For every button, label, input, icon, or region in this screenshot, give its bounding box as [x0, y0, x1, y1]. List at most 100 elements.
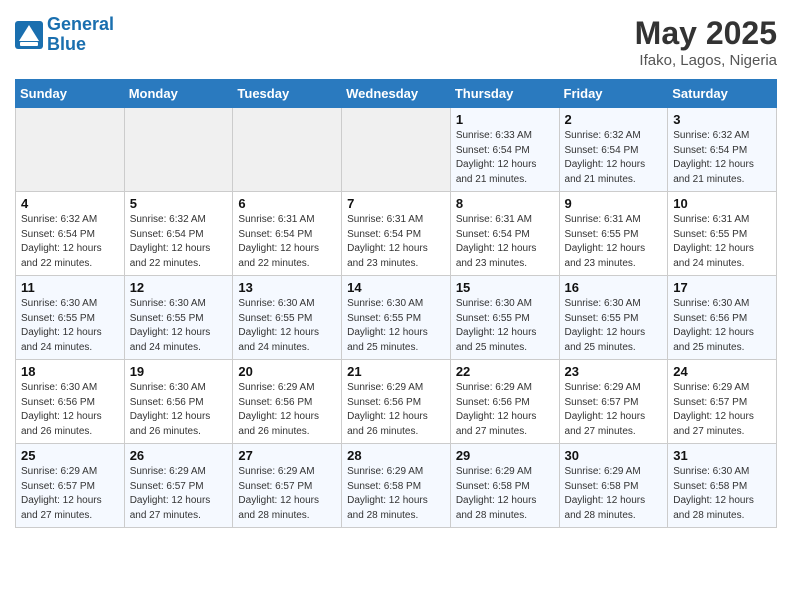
day-info: Sunrise: 6:30 AM Sunset: 6:55 PM Dayligh…	[456, 297, 554, 355]
day-number: 2	[565, 112, 663, 127]
weekday-header-saturday: Saturday	[668, 80, 777, 108]
calendar-cell: 20 Sunrise: 6:29 AM Sunset: 6:56 PM Dayli…	[233, 360, 342, 444]
location: Ifako, Lagos, Nigeria	[635, 52, 777, 69]
weekday-header-sunday: Sunday	[16, 80, 125, 108]
day-info: Sunrise: 6:31 AM Sunset: 6:55 PM Dayligh…	[565, 213, 663, 271]
day-number: 4	[21, 196, 119, 211]
day-info: Sunrise: 6:29 AM Sunset: 6:58 PM Dayligh…	[565, 465, 663, 523]
calendar-cell: 4 Sunrise: 6:32 AM Sunset: 6:54 PM Daylig…	[16, 192, 125, 276]
day-number: 21	[347, 364, 445, 379]
day-info: Sunrise: 6:29 AM Sunset: 6:58 PM Dayligh…	[347, 465, 445, 523]
weekday-header-wednesday: Wednesday	[342, 80, 451, 108]
day-number: 13	[238, 280, 336, 295]
weekday-header-thursday: Thursday	[450, 80, 559, 108]
calendar-week-4: 18 Sunrise: 6:30 AM Sunset: 6:56 PM Dayli…	[16, 360, 777, 444]
calendar-week-3: 11 Sunrise: 6:30 AM Sunset: 6:55 PM Dayli…	[16, 276, 777, 360]
calendar-cell: 5 Sunrise: 6:32 AM Sunset: 6:54 PM Daylig…	[124, 192, 233, 276]
month-year: May 2025	[635, 15, 777, 52]
calendar-cell: 14 Sunrise: 6:30 AM Sunset: 6:55 PM Dayli…	[342, 276, 451, 360]
day-info: Sunrise: 6:33 AM Sunset: 6:54 PM Dayligh…	[456, 129, 554, 187]
day-info: Sunrise: 6:30 AM Sunset: 6:55 PM Dayligh…	[238, 297, 336, 355]
calendar-cell: 15 Sunrise: 6:30 AM Sunset: 6:55 PM Dayli…	[450, 276, 559, 360]
logo-line1: General	[47, 14, 114, 34]
day-number: 11	[21, 280, 119, 295]
calendar-cell	[124, 108, 233, 192]
calendar-week-2: 4 Sunrise: 6:32 AM Sunset: 6:54 PM Daylig…	[16, 192, 777, 276]
day-info: Sunrise: 6:30 AM Sunset: 6:56 PM Dayligh…	[673, 297, 771, 355]
day-number: 17	[673, 280, 771, 295]
day-number: 28	[347, 448, 445, 463]
day-number: 24	[673, 364, 771, 379]
day-number: 15	[456, 280, 554, 295]
day-info: Sunrise: 6:30 AM Sunset: 6:56 PM Dayligh…	[21, 381, 119, 439]
day-info: Sunrise: 6:32 AM Sunset: 6:54 PM Dayligh…	[130, 213, 228, 271]
day-info: Sunrise: 6:30 AM Sunset: 6:56 PM Dayligh…	[130, 381, 228, 439]
calendar-cell: 17 Sunrise: 6:30 AM Sunset: 6:56 PM Dayli…	[668, 276, 777, 360]
day-info: Sunrise: 6:29 AM Sunset: 6:56 PM Dayligh…	[238, 381, 336, 439]
day-number: 5	[130, 196, 228, 211]
calendar-cell: 30 Sunrise: 6:29 AM Sunset: 6:58 PM Dayli…	[559, 444, 668, 528]
calendar-table: SundayMondayTuesdayWednesdayThursdayFrid…	[15, 79, 777, 528]
calendar-cell: 11 Sunrise: 6:30 AM Sunset: 6:55 PM Dayli…	[16, 276, 125, 360]
day-number: 3	[673, 112, 771, 127]
day-number: 25	[21, 448, 119, 463]
day-info: Sunrise: 6:29 AM Sunset: 6:58 PM Dayligh…	[456, 465, 554, 523]
calendar-cell: 9 Sunrise: 6:31 AM Sunset: 6:55 PM Daylig…	[559, 192, 668, 276]
day-number: 9	[565, 196, 663, 211]
page-header: General Blue May 2025 Ifako, Lagos, Nige…	[15, 15, 777, 69]
calendar-week-1: 1Sunrise: 6:33 AM Sunset: 6:54 PM Daylig…	[16, 108, 777, 192]
day-number: 16	[565, 280, 663, 295]
calendar-cell: 12 Sunrise: 6:30 AM Sunset: 6:55 PM Dayli…	[124, 276, 233, 360]
calendar-cell: 16Sunrise: 6:30 AM Sunset: 6:55 PM Dayli…	[559, 276, 668, 360]
day-info: Sunrise: 6:31 AM Sunset: 6:54 PM Dayligh…	[456, 213, 554, 271]
day-number: 10	[673, 196, 771, 211]
day-number: 8	[456, 196, 554, 211]
calendar-cell: 3 Sunrise: 6:32 AM Sunset: 6:54 PM Daylig…	[668, 108, 777, 192]
calendar-cell: 7Sunrise: 6:31 AM Sunset: 6:54 PM Daylig…	[342, 192, 451, 276]
day-number: 7	[347, 196, 445, 211]
day-number: 12	[130, 280, 228, 295]
calendar-cell: 2 Sunrise: 6:32 AM Sunset: 6:54 PM Daylig…	[559, 108, 668, 192]
day-number: 31	[673, 448, 771, 463]
logo: General Blue	[15, 15, 114, 55]
day-info: Sunrise: 6:32 AM Sunset: 6:54 PM Dayligh…	[673, 129, 771, 187]
day-number: 22	[456, 364, 554, 379]
calendar-cell: 21Sunrise: 6:29 AM Sunset: 6:56 PM Dayli…	[342, 360, 451, 444]
title-block: May 2025 Ifako, Lagos, Nigeria	[635, 15, 777, 69]
day-number: 20	[238, 364, 336, 379]
weekday-header-monday: Monday	[124, 80, 233, 108]
day-number: 29	[456, 448, 554, 463]
calendar-cell: 26Sunrise: 6:29 AM Sunset: 6:57 PM Dayli…	[124, 444, 233, 528]
day-info: Sunrise: 6:29 AM Sunset: 6:56 PM Dayligh…	[456, 381, 554, 439]
calendar-cell: 13 Sunrise: 6:30 AM Sunset: 6:55 PM Dayli…	[233, 276, 342, 360]
day-number: 14	[347, 280, 445, 295]
day-number: 30	[565, 448, 663, 463]
calendar-body: 1Sunrise: 6:33 AM Sunset: 6:54 PM Daylig…	[16, 108, 777, 528]
day-number: 23	[565, 364, 663, 379]
calendar-cell	[233, 108, 342, 192]
weekday-header-tuesday: Tuesday	[233, 80, 342, 108]
day-info: Sunrise: 6:32 AM Sunset: 6:54 PM Dayligh…	[565, 129, 663, 187]
calendar-cell: 8 Sunrise: 6:31 AM Sunset: 6:54 PM Daylig…	[450, 192, 559, 276]
calendar-cell	[342, 108, 451, 192]
day-info: Sunrise: 6:30 AM Sunset: 6:55 PM Dayligh…	[130, 297, 228, 355]
calendar-cell	[16, 108, 125, 192]
calendar-cell: 22 Sunrise: 6:29 AM Sunset: 6:56 PM Dayli…	[450, 360, 559, 444]
day-info: Sunrise: 6:31 AM Sunset: 6:54 PM Dayligh…	[238, 213, 336, 271]
calendar-cell: 1Sunrise: 6:33 AM Sunset: 6:54 PM Daylig…	[450, 108, 559, 192]
day-number: 6	[238, 196, 336, 211]
day-number: 26	[130, 448, 228, 463]
calendar-cell: 28 Sunrise: 6:29 AM Sunset: 6:58 PM Dayli…	[342, 444, 451, 528]
calendar-cell: 6 Sunrise: 6:31 AM Sunset: 6:54 PM Daylig…	[233, 192, 342, 276]
calendar-cell: 10Sunrise: 6:31 AM Sunset: 6:55 PM Dayli…	[668, 192, 777, 276]
day-number: 27	[238, 448, 336, 463]
day-info: Sunrise: 6:30 AM Sunset: 6:55 PM Dayligh…	[347, 297, 445, 355]
calendar-cell: 27Sunrise: 6:29 AM Sunset: 6:57 PM Dayli…	[233, 444, 342, 528]
logo-icon	[15, 21, 43, 49]
day-info: Sunrise: 6:29 AM Sunset: 6:57 PM Dayligh…	[21, 465, 119, 523]
day-info: Sunrise: 6:30 AM Sunset: 6:55 PM Dayligh…	[21, 297, 119, 355]
logo-text: General Blue	[47, 15, 114, 55]
day-info: Sunrise: 6:32 AM Sunset: 6:54 PM Dayligh…	[21, 213, 119, 271]
calendar-cell: 29 Sunrise: 6:29 AM Sunset: 6:58 PM Dayli…	[450, 444, 559, 528]
day-number: 18	[21, 364, 119, 379]
